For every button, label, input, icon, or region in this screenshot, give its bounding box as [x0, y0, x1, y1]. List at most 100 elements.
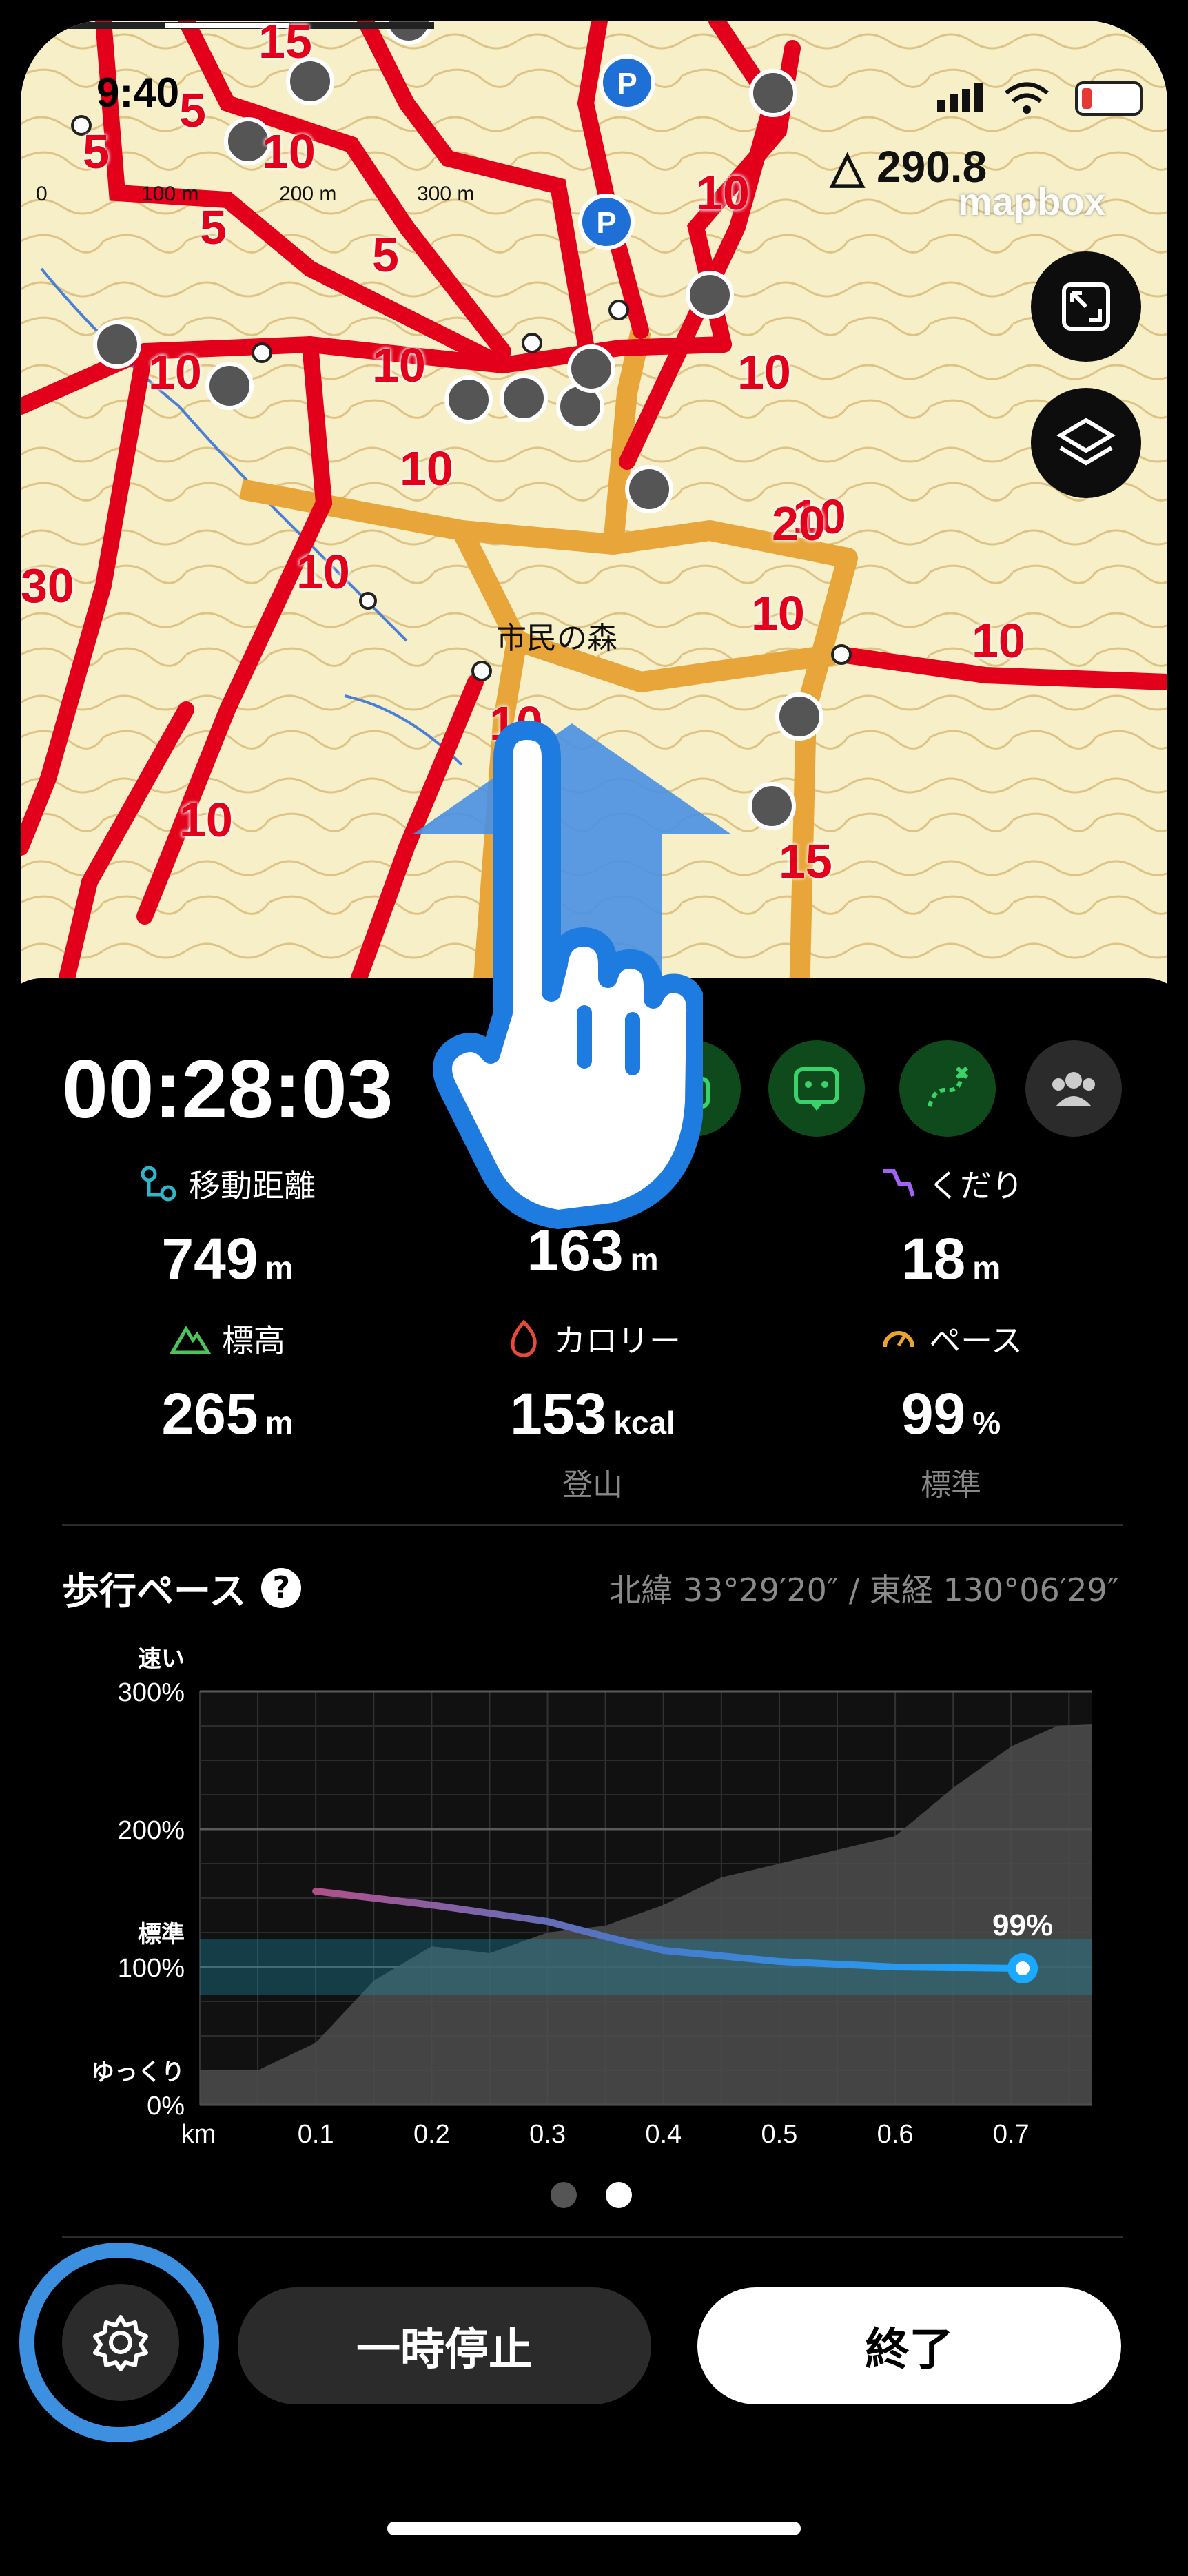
stat-sub: 登山	[562, 1467, 623, 1503]
stat-sub: 標準	[921, 1467, 981, 1503]
scale-label-300: 300 m	[417, 183, 475, 205]
descent-icon	[883, 1169, 915, 1197]
contour-label: 20	[772, 497, 826, 550]
chat-button[interactable]	[768, 1040, 865, 1137]
pace-section-title: 歩行ペース ?	[62, 1560, 302, 1615]
group-icon	[1052, 1072, 1095, 1106]
stat-unit: m	[630, 1241, 659, 1277]
divider	[62, 1524, 1123, 1526]
contour-label: 5	[83, 125, 110, 178]
svg-text:P: P	[617, 67, 637, 101]
stat-pace: ペース 99% 標準	[813, 1316, 1089, 1504]
speedometer-icon	[883, 1331, 915, 1348]
flame-icon	[511, 1319, 537, 1357]
chart-x-axis-label: km	[181, 2120, 216, 2149]
phone-screen: P P 9:40 0 100 m 200 m 300 m △ 290.8 map…	[0, 0, 1188, 2576]
stat-value: 265	[161, 1381, 258, 1446]
contour-label: 5	[179, 83, 206, 137]
contour-label: 10	[400, 442, 453, 495]
stat-label: くだり	[928, 1167, 1023, 1204]
stat-unit: kcal	[613, 1405, 675, 1441]
route-guide-button[interactable]	[899, 1040, 996, 1137]
contour-label: 10	[179, 793, 233, 847]
route-icon	[928, 1066, 969, 1107]
page-indicator-1[interactable]	[551, 2182, 577, 2208]
chart-y-tick-label: 300%	[118, 1678, 185, 1707]
stat-elevation: 標高 265 m	[90, 1316, 365, 1447]
stat-unit: m	[972, 1250, 1001, 1286]
stat-descent: くだり 18 m	[813, 1161, 1089, 1292]
layers-button[interactable]	[1031, 388, 1141, 498]
home-indicator[interactable]	[387, 2522, 801, 2535]
finish-button[interactable]: 終了	[697, 2287, 1121, 2404]
highlight-ring	[19, 2243, 219, 2442]
stat-value: 99	[901, 1381, 966, 1446]
place-label: 市民の森	[496, 621, 617, 656]
stat-label: 標高	[222, 1322, 285, 1359]
contour-label: 30	[21, 559, 74, 612]
stat-unit: m	[265, 1250, 294, 1286]
status-time: 9:40	[96, 70, 180, 116]
stat-value: 153	[510, 1381, 607, 1446]
chart-current-label: 99%	[992, 1908, 1053, 1942]
contour-label: 15	[258, 21, 312, 68]
scale-label-200: 200 m	[279, 183, 337, 205]
layers-icon	[1056, 418, 1116, 466]
mountain-icon	[170, 1326, 211, 1354]
stat-value: 749	[161, 1226, 258, 1291]
contour-label: 10	[737, 345, 791, 399]
stat-value: 18	[901, 1226, 966, 1291]
stat-unit: m	[265, 1405, 294, 1441]
stat-calories: カロリー 153 kcal 登山	[455, 1316, 730, 1504]
chart-x-tick-label: 0.1	[298, 2120, 334, 2149]
stat-distance: 移動距離 749 m	[90, 1161, 365, 1292]
stat-label: ペース	[929, 1322, 1023, 1359]
chart-x-tick-label: 0.3	[529, 2120, 566, 2149]
scale-label-0: 0	[36, 183, 48, 205]
scale-label-100: 100 m	[141, 183, 199, 205]
chart-y-tick-word: ゆっくり	[91, 2059, 185, 2086]
mapbox-attribution[interactable]: mapbox	[958, 179, 1106, 224]
route-icon	[141, 1166, 176, 1202]
contour-label: 10	[262, 125, 316, 178]
contour-label: 10	[972, 614, 1025, 668]
contour-label: 10	[751, 586, 805, 640]
page-indicator-2[interactable]	[606, 2182, 632, 2208]
contour-label: 5	[372, 228, 399, 282]
help-icon[interactable]: ?	[261, 1567, 302, 1608]
elapsed-timer: 00:28:03	[62, 1043, 393, 1135]
divider	[62, 2236, 1123, 2238]
contour-label: 15	[779, 834, 832, 888]
coordinates: 北緯 33°29′20″ / 東経 130°06′29″	[609, 1572, 1119, 1609]
stat-label: カロリー	[554, 1322, 681, 1359]
chart-x-tick-label: 0.5	[761, 2120, 797, 2149]
tap-gesture-hand-icon	[433, 721, 703, 1229]
pause-button[interactable]: 一時停止	[238, 2287, 651, 2404]
stat-label: 移動距離	[189, 1167, 316, 1204]
chart-y-tick-word: 速い	[138, 1645, 185, 1673]
contour-label: 5	[200, 200, 227, 254]
chart-y-tick-word: 標準	[138, 1921, 185, 1948]
chart-current-point-center	[1016, 1961, 1030, 1975]
contour-label: 10	[372, 338, 426, 392]
chart-x-tick-label: 0.4	[645, 2120, 682, 2149]
scale-bar	[21, 22, 434, 29]
chart-x-tick-label: 0.7	[993, 2120, 1030, 2149]
contour-label: 10	[296, 545, 350, 599]
chart-x-tick-label: 0.6	[877, 2120, 914, 2149]
pace-chart[interactable]: 99% 0% 100% 200% 300% 速い標準ゆっくり 0.1 0.2 0.3 0.4 0.5…	[62, 1626, 1137, 2150]
contour-label: 10	[696, 166, 750, 220]
svg-text:P: P	[596, 206, 616, 240]
contour-label: 10	[148, 345, 202, 399]
stat-unit: %	[972, 1405, 1001, 1441]
expand-icon	[1062, 282, 1110, 331]
chart-y-tick-label: 100%	[118, 1954, 185, 1983]
expand-map-button[interactable]	[1031, 251, 1141, 362]
chart-x-tick-label: 0.2	[413, 2120, 450, 2149]
battery-icon	[1075, 81, 1143, 116]
chat-face-icon	[794, 1067, 839, 1111]
chart-y-tick-label: 0%	[147, 2092, 185, 2121]
group-button[interactable]	[1025, 1040, 1122, 1137]
chart-y-tick-label: 200%	[118, 1816, 185, 1845]
pace-title-text: 歩行ペース	[62, 1569, 247, 1613]
